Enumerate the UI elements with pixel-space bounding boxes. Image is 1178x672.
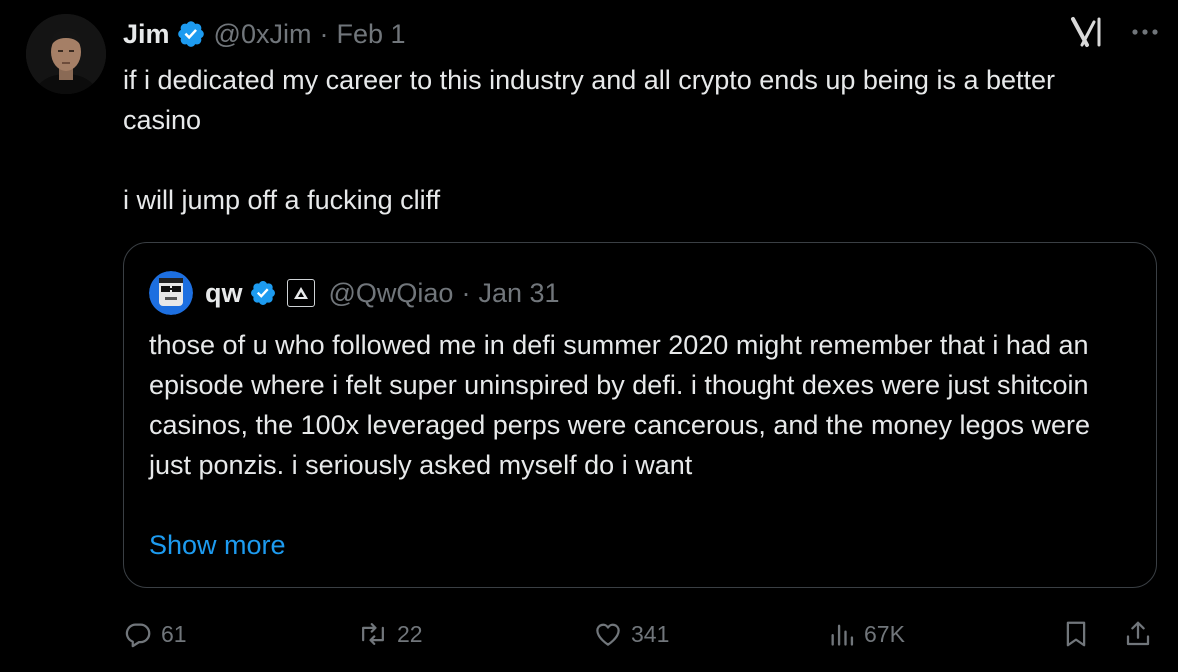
share-icon <box>1123 618 1153 650</box>
author-handle[interactable]: @0xJim <box>214 19 312 50</box>
quoted-tweet-date[interactable]: Jan 31 <box>478 278 559 309</box>
views-count: 67K <box>864 620 905 647</box>
show-more-link[interactable]: Show more <box>149 525 286 565</box>
quoted-tweet-header: qw @QwQiao · Jan 31 <box>149 271 560 315</box>
quoted-tweet[interactable]: qw @QwQiao · Jan 31 those of u who follo… <box>123 242 1157 588</box>
reply-icon <box>123 619 153 649</box>
tweet-text-line: if i dedicated my career to this industr… <box>123 65 1056 135</box>
separator-dot: · <box>461 277 471 308</box>
bookmark-icon <box>1061 618 1091 650</box>
quoted-author-handle[interactable]: @QwQiao <box>329 278 454 309</box>
affiliate-badge-icon[interactable] <box>286 279 315 307</box>
views-button[interactable]: 67K <box>828 612 905 656</box>
tweet[interactable]: Jim @0xJim · Feb 1 if i dedicated my car… <box>0 0 1178 672</box>
tweet-date[interactable]: Feb 1 <box>336 19 405 50</box>
repost-count: 22 <box>397 620 423 647</box>
views-icon <box>828 620 856 648</box>
quoted-author-display-name[interactable]: qw <box>205 278 243 309</box>
tweet-actions: 61 22 341 67K <box>123 612 1163 656</box>
like-icon <box>593 619 623 649</box>
share-button[interactable] <box>1123 612 1153 656</box>
repost-icon <box>357 619 389 649</box>
separator-dot: · <box>319 18 329 49</box>
x-logo-icon <box>1070 16 1104 48</box>
reply-count: 61 <box>161 620 187 647</box>
avatar[interactable] <box>26 14 106 94</box>
verified-badge-icon[interactable] <box>249 279 277 307</box>
tweet-header: Jim @0xJim · Feb 1 <box>123 14 406 54</box>
like-button[interactable]: 341 <box>593 612 669 656</box>
author-display-name[interactable]: Jim <box>123 19 170 50</box>
quoted-tweet-text: those of u who followed me in defi summe… <box>149 330 1091 480</box>
verified-badge-icon[interactable] <box>176 19 206 49</box>
bookmark-button[interactable] <box>1061 612 1091 656</box>
like-count: 341 <box>631 620 670 647</box>
more-icon[interactable] <box>1130 17 1160 47</box>
reply-button[interactable]: 61 <box>123 612 187 656</box>
quoted-avatar[interactable] <box>149 271 193 315</box>
tweet-text-line: i will jump off a fucking cliff <box>123 185 441 215</box>
tweet-text: if i dedicated my career to this industr… <box>123 60 1123 220</box>
repost-button[interactable]: 22 <box>357 612 423 656</box>
tweet-top-right <box>1070 16 1160 48</box>
